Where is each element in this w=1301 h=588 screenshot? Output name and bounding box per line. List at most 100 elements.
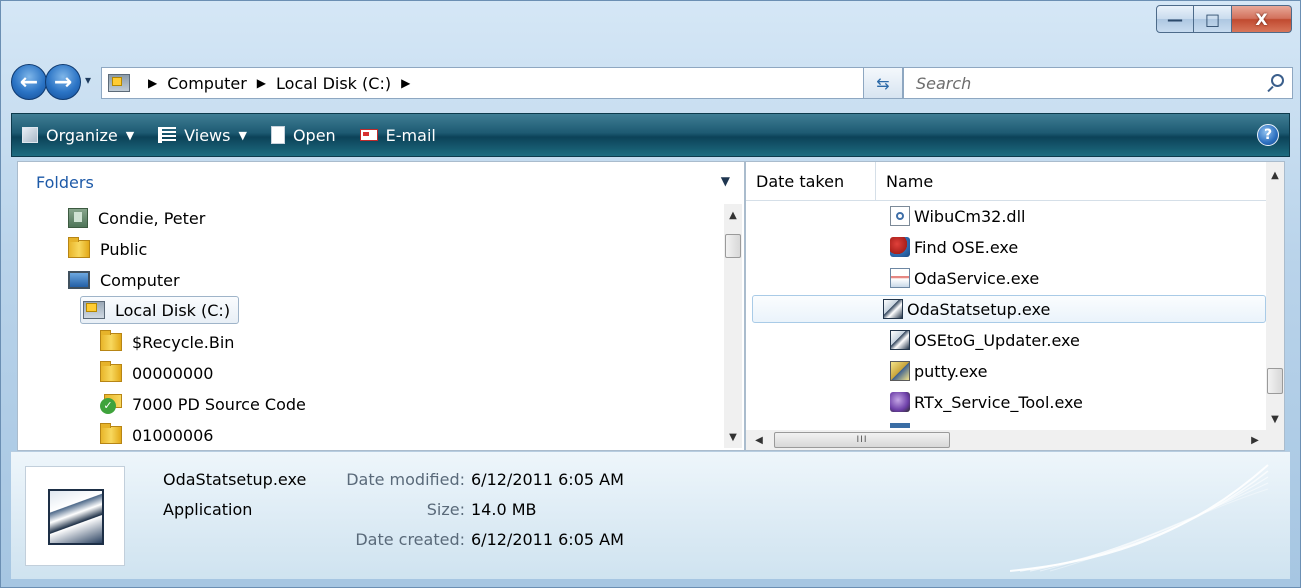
file-name-cell: OdaService.exe [890, 268, 1039, 288]
email-label: E-mail [385, 125, 436, 145]
sync-folder-icon [100, 394, 122, 414]
chevron-down-icon: ▾ [85, 73, 92, 87]
oda-setup-icon [883, 299, 903, 319]
chevron-down-icon[interactable]: ▼ [721, 174, 730, 188]
refresh-icon: ⇆ [876, 73, 890, 93]
breadcrumb-computer[interactable]: Computer [167, 74, 247, 93]
file-row-partial[interactable] [752, 419, 1266, 428]
folder-icon [68, 237, 90, 258]
tree-item-label: 7000 PD Source Code [132, 394, 306, 414]
file-row-odaservice[interactable]: OdaService.exe [752, 264, 1266, 292]
back-button[interactable]: ← [11, 64, 47, 100]
folder-icon [100, 423, 122, 444]
oda-service-icon [890, 268, 910, 288]
breadcrumb-separator[interactable]: ▶ [401, 76, 410, 90]
minimize-button[interactable]: — [1156, 5, 1194, 33]
folders-vertical-scrollbar[interactable]: ▲ ▼ [724, 204, 742, 448]
explorer-window: — □ X ← → ▾ ▶ Computer ▶ Local Disk (C:)… [0, 0, 1301, 588]
forward-arrow-icon: → [53, 69, 73, 95]
scrollbar-grip: III [856, 435, 868, 445]
details-filename: OdaStatsetup.exe [163, 470, 307, 489]
details-date-created-label: Date created: [355, 530, 465, 549]
disk-icon [83, 301, 105, 319]
organize-icon [22, 127, 38, 143]
search-icon[interactable] [1271, 74, 1284, 87]
scrollbar-thumb[interactable] [1267, 368, 1283, 394]
tree-item-label: Public [100, 239, 148, 259]
file-name-cell: OdaStatsetup.exe [883, 299, 1050, 319]
tree-item-label: 00000000 [132, 363, 214, 383]
maximize-button[interactable]: □ [1194, 5, 1232, 33]
tree-item-recycle-bin[interactable]: $Recycle.Bin [100, 328, 234, 356]
refresh-button[interactable]: ⇆ [863, 67, 903, 99]
file-name: RTx_Service_Tool.exe [914, 392, 1083, 412]
column-header-date-taken[interactable]: Date taken [746, 162, 876, 200]
scrollbar-thumb[interactable] [725, 234, 741, 258]
tree-item-local-disk[interactable]: Local Disk (C:) [80, 296, 240, 324]
file-name-cell: putty.exe [890, 361, 988, 381]
views-label: Views [184, 125, 231, 145]
user-folder-icon [68, 208, 88, 228]
tree-item-7000-pd-source-code[interactable]: 7000 PD Source Code [100, 390, 306, 418]
file-row-rtx-service-tool[interactable]: RTx_Service_Tool.exe [752, 388, 1266, 416]
folders-pane: Folders ▼ Condie, Peter Public Computer … [17, 161, 745, 451]
open-button[interactable]: Open [270, 126, 336, 145]
help-icon[interactable]: ? [1257, 124, 1279, 146]
organize-button[interactable]: Organize ▼ [22, 126, 134, 145]
folders-header[interactable]: Folders ▼ [18, 162, 744, 202]
oda-setup-icon [890, 330, 910, 350]
caption-buttons: — □ X [1156, 5, 1292, 33]
tree-item-computer[interactable]: Computer [68, 266, 180, 294]
close-button[interactable]: X [1232, 5, 1292, 33]
files-horizontal-scrollbar[interactable]: ◀ III ▶ [746, 430, 1268, 450]
maximize-icon: □ [1204, 9, 1221, 29]
file-row-osetog-updater[interactable]: OSEtoG_Updater.exe [752, 326, 1266, 354]
column-header-name[interactable]: Name [876, 162, 1276, 200]
files-vertical-scrollbar[interactable]: ▲ ▼ [1266, 162, 1284, 430]
email-icon [359, 129, 378, 141]
search-box[interactable] [903, 67, 1293, 99]
forward-button[interactable]: → [45, 64, 81, 100]
recent-pages-dropdown[interactable]: ▾ [85, 73, 91, 87]
file-thumbnail [25, 466, 125, 566]
tree-item-label: 01000006 [132, 425, 214, 445]
search-input[interactable] [914, 72, 1238, 94]
file-row-find-ose[interactable]: Find OSE.exe [752, 233, 1266, 261]
views-button[interactable]: Views ▼ [158, 126, 247, 145]
breadcrumb-local-disk[interactable]: Local Disk (C:) [276, 74, 391, 93]
scroll-up-icon[interactable]: ▲ [724, 206, 742, 224]
breadcrumb-separator[interactable]: ▶ [148, 76, 157, 90]
document-icon [270, 126, 285, 144]
tree-item-label: Condie, Peter [98, 208, 206, 228]
file-row-putty[interactable]: putty.exe [752, 357, 1266, 385]
folders-header-label: Folders [36, 172, 94, 192]
tree-item-condie-peter[interactable]: Condie, Peter [68, 204, 205, 232]
file-row-wibucm32[interactable]: WibuCm32.dll [752, 202, 1266, 230]
scroll-left-icon[interactable]: ◀ [750, 430, 768, 450]
tree-item-public[interactable]: Public [68, 235, 147, 263]
file-list-pane: Date taken Name WibuCm32.dll Find OSE.ex… [745, 161, 1285, 451]
tree-item-label: Local Disk (C:) [115, 300, 231, 320]
application-icon [890, 423, 910, 428]
close-icon: X [1255, 9, 1268, 29]
scroll-down-icon[interactable]: ▼ [724, 428, 742, 446]
scroll-right-icon[interactable]: ▶ [1246, 430, 1264, 450]
tree-item-01000006[interactable]: 01000006 [100, 421, 213, 449]
views-icon [158, 127, 177, 143]
breadcrumb-separator[interactable]: ▶ [257, 76, 266, 90]
organize-label: Organize [46, 125, 118, 145]
tree-item-00000000[interactable]: 00000000 [100, 359, 213, 387]
folder-icon [100, 330, 122, 351]
scroll-down-icon[interactable]: ▼ [1266, 410, 1284, 428]
address-bar[interactable]: ▶ Computer ▶ Local Disk (C:) ▶ ▾ [101, 67, 893, 99]
email-button[interactable]: E-mail [359, 125, 436, 145]
scroll-up-icon[interactable]: ▲ [1266, 166, 1284, 184]
file-row-odastatsetup[interactable]: OdaStatsetup.exe [752, 295, 1266, 323]
computer-icon [68, 271, 90, 289]
file-name: putty.exe [914, 361, 988, 381]
details-size-value: 14.0 MB [471, 500, 537, 519]
details-date-created-value: 6/12/2011 6:05 AM [471, 530, 624, 549]
details-file-type: Application [163, 500, 253, 519]
file-name: OdaService.exe [914, 268, 1040, 288]
scrollbar-thumb[interactable]: III [774, 432, 950, 448]
